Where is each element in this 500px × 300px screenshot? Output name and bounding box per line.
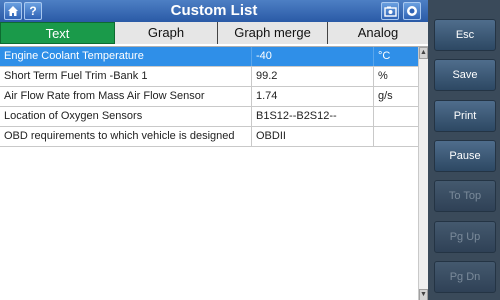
row-unit xyxy=(374,127,418,146)
row-unit xyxy=(374,107,418,126)
row-name: Short Term Fuel Trim -Bank 1 xyxy=(0,67,252,86)
table-row[interactable]: Engine Coolant Temperature -40 °C xyxy=(0,47,418,67)
vertical-scrollbar[interactable]: ▲ ▼ xyxy=(418,47,428,300)
tab-analog[interactable]: Analog xyxy=(328,22,428,44)
save-button[interactable]: Save xyxy=(434,59,496,91)
row-name: Engine Coolant Temperature xyxy=(0,47,252,66)
table-row[interactable]: Location of Oxygen Sensors B1S12--B2S12-… xyxy=(0,107,418,127)
table-row[interactable]: OBD requirements to which vehicle is des… xyxy=(0,127,418,147)
view-tabs: Text Graph Graph merge Analog xyxy=(0,22,428,44)
page-down-button[interactable]: Pg Dn xyxy=(434,261,496,293)
print-button[interactable]: Print xyxy=(434,100,496,132)
scroll-up-arrow-icon[interactable]: ▲ xyxy=(419,47,428,59)
help-icon[interactable]: ? xyxy=(24,2,42,20)
row-value: OBDII xyxy=(252,127,374,146)
scroll-down-arrow-icon[interactable]: ▼ xyxy=(419,289,428,300)
camera-icon[interactable] xyxy=(381,2,399,20)
pause-button[interactable]: Pause xyxy=(434,140,496,172)
row-unit: % xyxy=(378,70,388,82)
tab-graph[interactable]: Graph xyxy=(115,22,218,44)
record-icon[interactable] xyxy=(403,2,421,20)
title-bar: ? Custom List xyxy=(0,0,428,22)
row-value: -40 xyxy=(252,47,374,66)
row-name: OBD requirements to which vehicle is des… xyxy=(0,127,252,146)
table-row[interactable]: Air Flow Rate from Mass Air Flow Sensor … xyxy=(0,87,418,107)
row-value: 1.74 xyxy=(252,87,374,106)
row-value: B1S12--B2S12-- xyxy=(252,107,374,126)
tab-text[interactable]: Text xyxy=(0,22,115,44)
to-top-button[interactable]: To Top xyxy=(434,180,496,212)
home-icon[interactable] xyxy=(4,2,22,20)
page-title: Custom List xyxy=(170,2,258,19)
row-unit: g/s xyxy=(378,90,393,102)
side-button-panel: Esc Save Print Pause To Top Pg Up Pg Dn xyxy=(428,0,500,300)
row-name: Air Flow Rate from Mass Air Flow Sensor xyxy=(0,87,252,106)
esc-button[interactable]: Esc xyxy=(434,19,496,51)
row-value: 99.2 xyxy=(252,67,374,86)
tab-graph-merge[interactable]: Graph merge xyxy=(218,22,328,44)
page-up-button[interactable]: Pg Up xyxy=(434,221,496,253)
data-list: Engine Coolant Temperature -40 °C Short … xyxy=(0,46,428,300)
table-row[interactable]: Short Term Fuel Trim -Bank 1 99.2 % xyxy=(0,67,418,87)
row-unit: °C xyxy=(378,50,391,62)
row-name: Location of Oxygen Sensors xyxy=(0,107,252,126)
